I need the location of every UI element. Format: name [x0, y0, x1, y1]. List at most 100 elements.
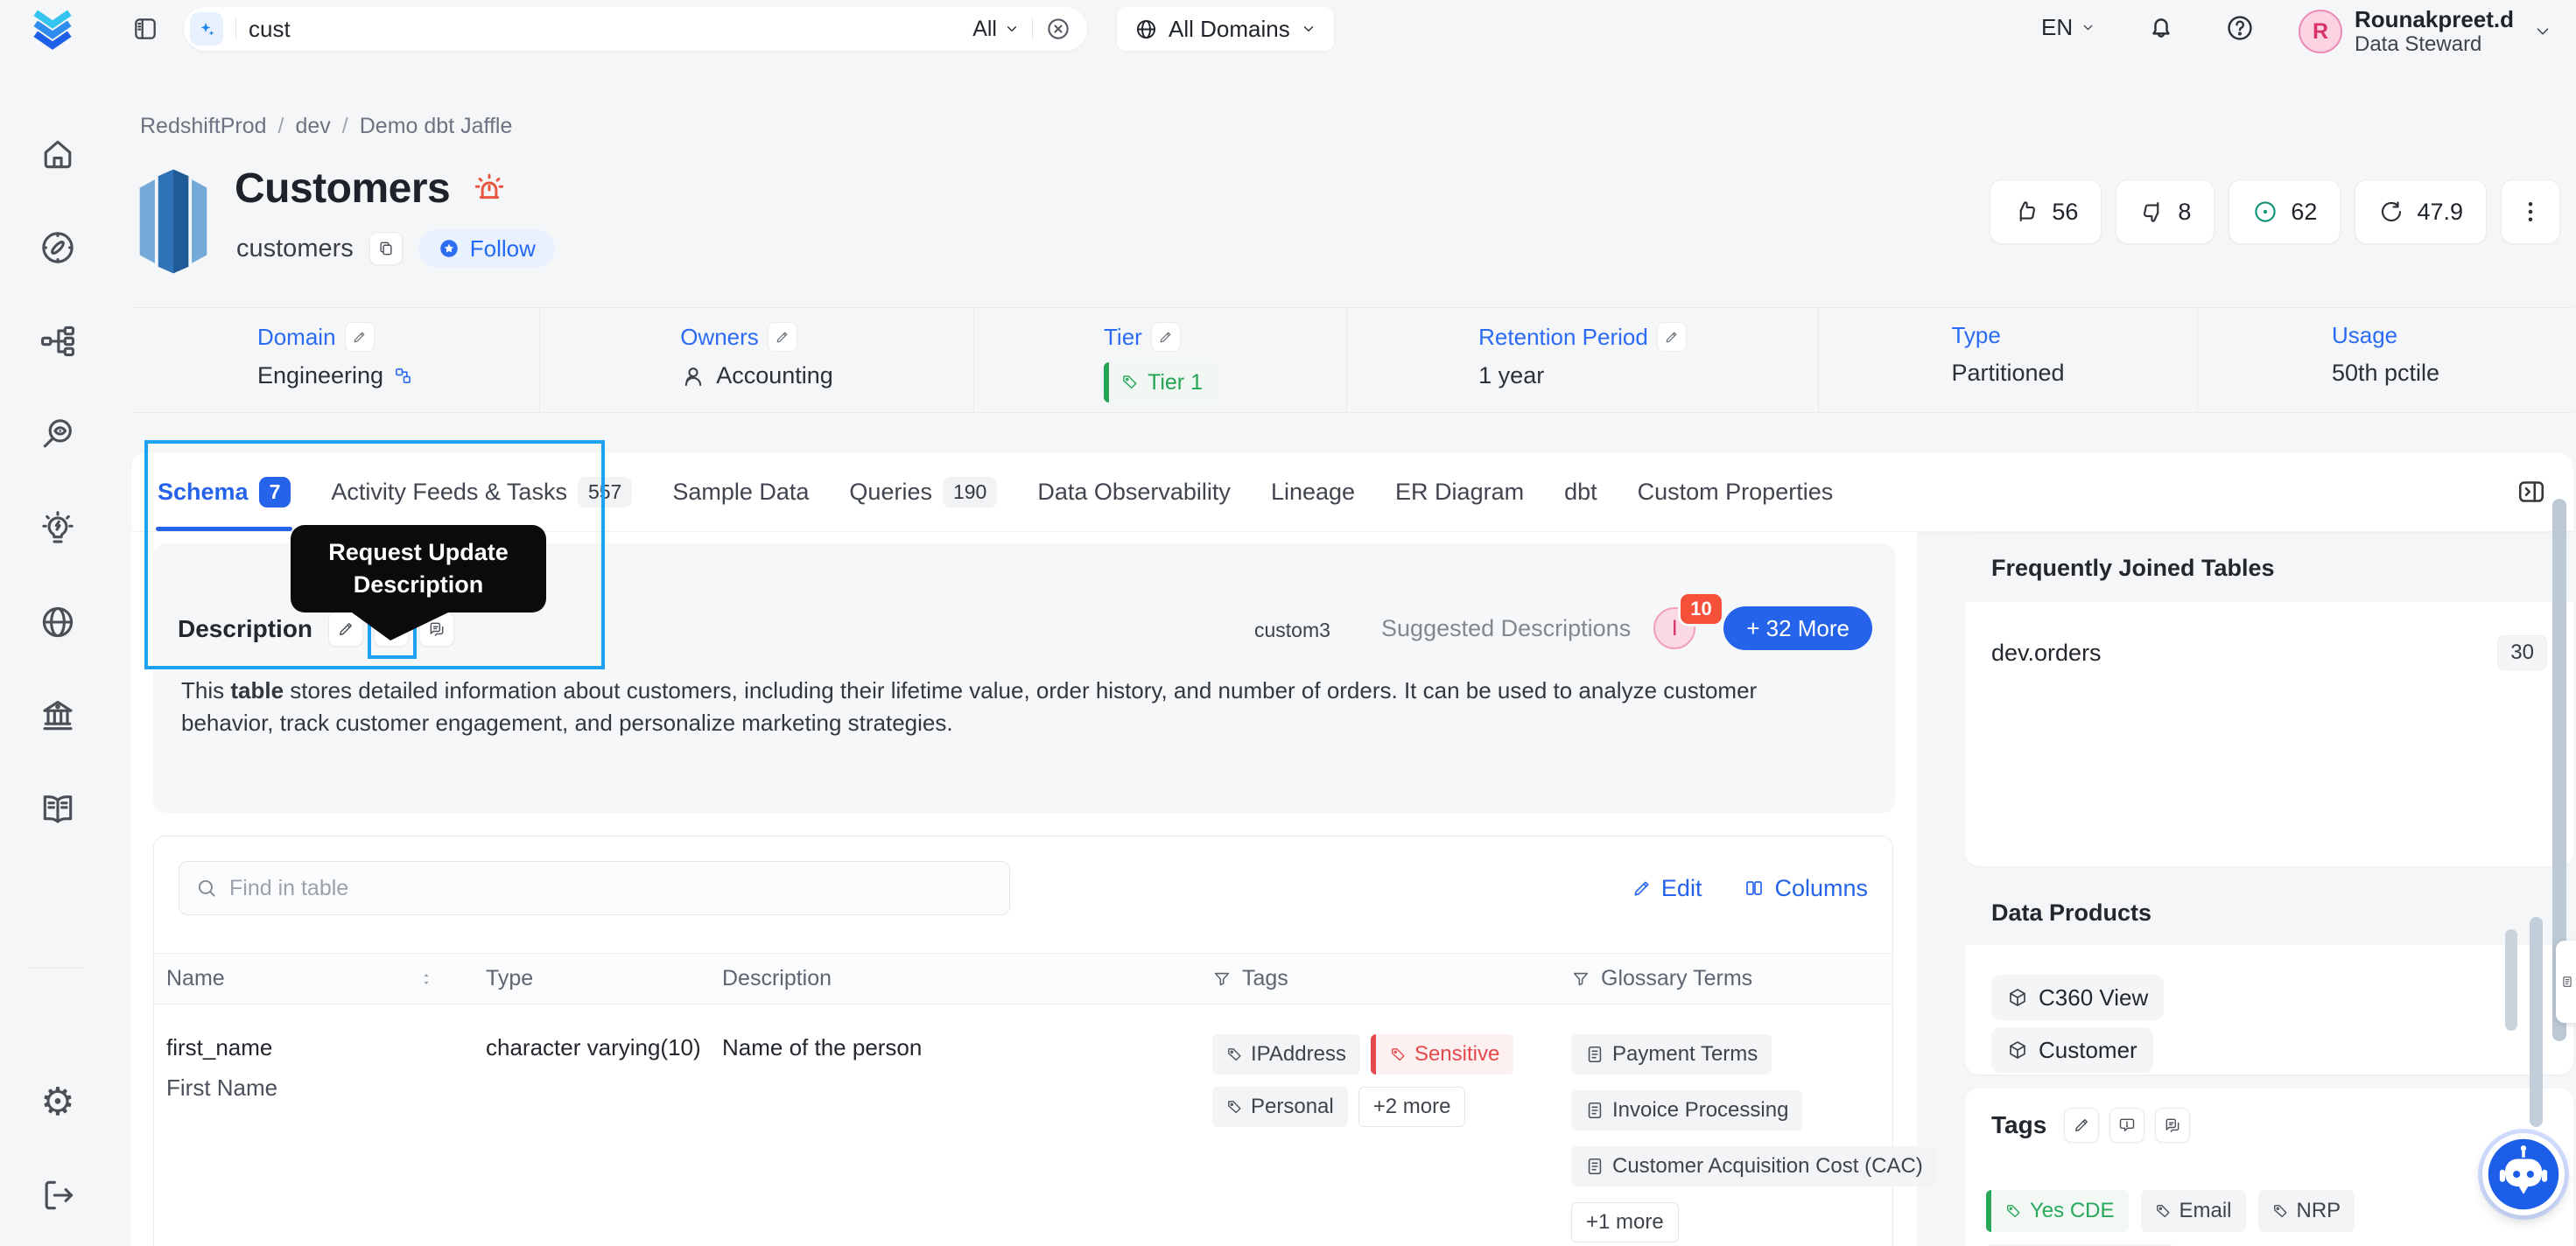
tab-queries[interactable]: Queries 190	[849, 452, 998, 531]
workflows-icon[interactable]	[39, 322, 77, 360]
tab-dbt[interactable]: dbt	[1564, 452, 1597, 531]
tag-icon	[1121, 374, 1139, 391]
star-icon	[438, 237, 460, 260]
follow-button[interactable]: Follow	[418, 229, 555, 268]
copy-icon	[377, 240, 395, 257]
find-in-table-search[interactable]	[179, 861, 1010, 915]
glossary-term-chip[interactable]: Customer Acquisition Cost (CAC)	[1571, 1146, 1937, 1186]
breadcrumb-database[interactable]: Demo dbt Jaffle	[360, 114, 513, 139]
dislikes-button[interactable]: 8	[2116, 179, 2215, 244]
meta-label[interactable]: Type	[1951, 322, 2000, 349]
tag-chip[interactable]: NRP	[2257, 1190, 2355, 1232]
filter-icon[interactable]	[1212, 970, 1232, 989]
data-product-chip[interactable]: C360 View	[1991, 975, 2165, 1020]
joined-table-row[interactable]: dev.orders 30	[1965, 602, 2573, 670]
domains-globe-icon[interactable]	[39, 603, 77, 641]
search-input[interactable]	[249, 15, 973, 43]
ai-sparkle-icon	[190, 12, 223, 46]
edit-domain-button[interactable]	[344, 322, 375, 352]
breadcrumb-connection[interactable]: RedshiftProd	[140, 114, 267, 139]
ai-assistant-button[interactable]	[2482, 1133, 2565, 1215]
freshness-button[interactable]: 47.9	[2355, 179, 2487, 244]
meta-label[interactable]: Tier	[1104, 324, 1142, 351]
owners-value[interactable]: Accounting	[716, 362, 833, 389]
meta-label[interactable]: Usage	[2332, 322, 2397, 349]
tab-lineage[interactable]: Lineage	[1271, 452, 1355, 531]
home-icon[interactable]	[39, 135, 77, 173]
tags-comments-button[interactable]	[2155, 1108, 2191, 1143]
more-actions-button[interactable]	[2501, 179, 2560, 244]
tier-badge[interactable]: Tier 1	[1104, 362, 1217, 402]
tag-chip-sensitive[interactable]: Sensitive	[1370, 1034, 1514, 1074]
clear-search-icon[interactable]	[1045, 16, 1071, 42]
tab-data-observability[interactable]: Data Observability	[1037, 452, 1231, 531]
data-product-chip[interactable]: Customer	[1991, 1027, 2153, 1073]
meta-label[interactable]: Retention Period	[1478, 324, 1648, 351]
more-tags-chip[interactable]: +2 more	[1358, 1087, 1466, 1127]
user-name: Rounakpreet.d	[2355, 6, 2515, 32]
panel-scrollbar-thumb[interactable]	[2505, 929, 2517, 1031]
global-search[interactable]: All	[184, 7, 1087, 51]
breadcrumb-schema[interactable]: dev	[295, 114, 330, 139]
filter-icon[interactable]	[1571, 970, 1590, 989]
observability-lens-icon[interactable]	[39, 416, 77, 454]
target-icon	[2252, 199, 2278, 225]
edit-tags-button[interactable]	[2064, 1108, 2100, 1143]
expand-panel-icon[interactable]	[2516, 476, 2547, 508]
column-header-description[interactable]: Description	[710, 966, 1200, 991]
logout-icon[interactable]	[39, 1176, 77, 1214]
column-header-glossary[interactable]: Glossary Terms	[1559, 966, 1894, 991]
user-menu[interactable]: R Rounakpreet.d Data Steward	[2299, 6, 2552, 57]
edit-tier-button[interactable]	[1150, 322, 1181, 352]
insights-bulb-icon[interactable]	[39, 509, 77, 548]
likes-button[interactable]: 56	[1990, 179, 2102, 244]
discover-compass-icon[interactable]	[39, 228, 77, 267]
collapsed-side-popout[interactable]	[2556, 941, 2576, 1023]
all-domains-dropdown[interactable]: All Domains	[1117, 7, 1334, 51]
edit-table-button[interactable]: Edit	[1632, 875, 1702, 902]
edit-owners-button[interactable]	[767, 322, 797, 352]
notifications-bell-icon[interactable]	[2146, 13, 2176, 43]
meta-label[interactable]: Domain	[257, 324, 336, 351]
tag-chip[interactable]: IPAddress	[1212, 1034, 1360, 1074]
tag-chip[interactable]: Personal	[1212, 1087, 1348, 1127]
meta-usage: Usage 50th pctile	[2198, 308, 2573, 412]
score-button[interactable]: 62	[2229, 179, 2341, 244]
rail-scrollbar-thumb[interactable]	[2530, 917, 2543, 1127]
meta-type: Type Partitioned	[1819, 308, 2198, 412]
glossary-term-chip[interactable]: Payment Terms	[1571, 1034, 1772, 1074]
column-header-type[interactable]: Type	[474, 966, 710, 991]
divider	[1032, 18, 1033, 40]
search-scope-dropdown[interactable]: All	[972, 17, 1020, 42]
atlan-logo-icon[interactable]	[32, 8, 74, 50]
find-in-table-input[interactable]	[229, 875, 993, 901]
columns-settings-button[interactable]: Columns	[1744, 875, 1868, 902]
column-header-name[interactable]: Name	[154, 966, 474, 991]
suggested-descriptions: Suggested Descriptions I 10 + 32 More	[1381, 592, 1872, 650]
glossary-book-icon[interactable]	[39, 790, 77, 829]
tab-custom-properties[interactable]: Custom Properties	[1638, 452, 1834, 531]
tag-chip-yes-cde[interactable]: Yes CDE	[1986, 1190, 2129, 1232]
chevron-down-icon	[1301, 21, 1316, 37]
column-header-tags[interactable]: Tags	[1200, 966, 1559, 991]
copy-name-button[interactable]	[369, 232, 403, 265]
governance-bank-icon[interactable]	[39, 696, 77, 735]
more-suggestions-button[interactable]: + 32 More	[1723, 606, 1872, 650]
edit-retention-button[interactable]	[1656, 322, 1687, 352]
meta-label[interactable]: Owners	[680, 324, 759, 351]
request-tags-button[interactable]	[2109, 1108, 2145, 1143]
settings-gear-icon[interactable]: ⚙	[39, 1083, 77, 1122]
more-glossary-terms-chip[interactable]: +1 more	[1571, 1202, 1679, 1242]
glossary-term-chip[interactable]: Invoice Processing	[1571, 1090, 1803, 1130]
domain-value[interactable]: Engineering	[257, 362, 383, 389]
sidebar-toggle-icon[interactable]	[131, 15, 159, 43]
tag-chip[interactable]: Email	[2140, 1190, 2246, 1232]
custom-annotation-label: custom3	[1254, 619, 1330, 641]
suggestion-avatar[interactable]: I 10	[1653, 592, 1724, 649]
help-icon[interactable]	[2225, 13, 2255, 43]
sort-icon[interactable]	[418, 970, 435, 988]
language-dropdown[interactable]: EN	[2041, 14, 2095, 41]
table-row[interactable]: first_name First Name character varying(…	[154, 1004, 1937, 1246]
tab-sample-data[interactable]: Sample Data	[672, 452, 809, 531]
tab-er-diagram[interactable]: ER Diagram	[1395, 452, 1524, 531]
